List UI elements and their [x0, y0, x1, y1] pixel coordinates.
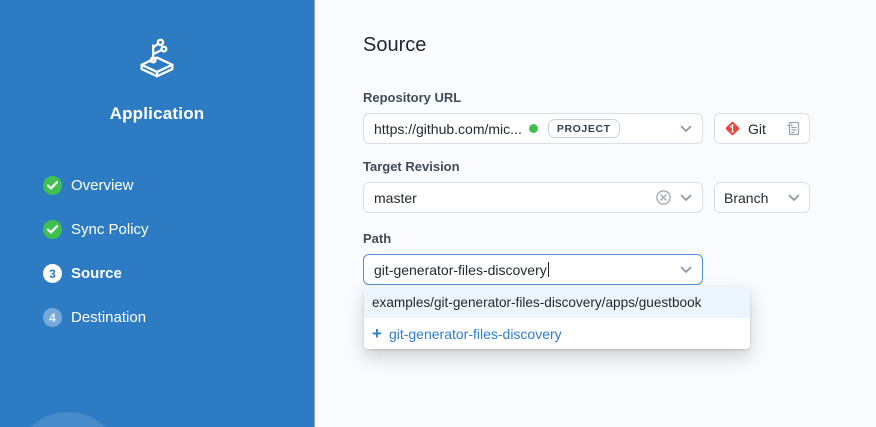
step-sync-policy[interactable]: Sync Policy	[43, 220, 314, 239]
repo-connected-dot	[529, 124, 538, 133]
application-wizard: Application Overview Sync Policy 3 Sourc…	[0, 0, 876, 427]
step-label: Overview	[71, 177, 134, 194]
chevron-down-icon[interactable]	[680, 194, 692, 202]
repository-url-field: Repository URL https://github.com/mic...…	[363, 90, 876, 144]
repository-url-value: https://github.com/mic...	[374, 121, 522, 137]
text-cursor	[548, 262, 549, 277]
chevron-down-icon	[788, 194, 800, 202]
step-complete-icon	[43, 176, 62, 195]
path-value: git-generator-files-discovery	[374, 262, 547, 278]
wizard-sidebar: Application Overview Sync Policy 3 Sourc…	[0, 0, 315, 427]
target-revision-value: master	[374, 190, 417, 206]
plus-icon: +	[372, 325, 382, 342]
wizard-steps: Overview Sync Policy 3 Source 4 Destinat…	[43, 176, 314, 327]
repository-url-input[interactable]: https://github.com/mic... PROJECT	[363, 113, 703, 144]
chevron-down-icon[interactable]	[680, 266, 692, 274]
repo-type-label: Git	[748, 121, 766, 137]
revision-type-select[interactable]: Branch	[714, 182, 810, 213]
page-title: Source	[363, 34, 876, 57]
repo-switcher-icon[interactable]	[786, 121, 800, 136]
step-number-badge: 4	[43, 308, 62, 327]
step-destination[interactable]: 4 Destination	[43, 308, 314, 327]
path-suggestions-dropdown: examples/git-generator-files-discovery/a…	[364, 287, 750, 349]
path-field: Path git-generator-files-discovery examp…	[363, 231, 876, 285]
step-label: Sync Policy	[71, 221, 149, 238]
target-revision-input[interactable]: master	[363, 182, 703, 213]
application-box-icon	[134, 36, 180, 82]
project-scope-badge: PROJECT	[548, 119, 620, 138]
step-label: Destination	[71, 309, 146, 326]
create-label: git-generator-files-discovery	[389, 326, 562, 342]
repo-type-button[interactable]: Git	[714, 113, 810, 144]
repository-url-label: Repository URL	[363, 90, 876, 105]
step-label: Source	[71, 265, 122, 282]
decorative-circle	[14, 412, 122, 427]
revision-type-label: Branch	[724, 190, 768, 206]
source-step-panel: Source Repository URL https://github.com…	[315, 0, 876, 427]
target-revision-field: Target Revision master Branch	[363, 159, 876, 213]
step-source[interactable]: 3 Source	[43, 264, 314, 283]
path-create-item[interactable]: + git-generator-files-discovery	[364, 318, 750, 349]
git-logo-icon	[724, 120, 741, 137]
chevron-down-icon[interactable]	[680, 125, 692, 133]
step-overview[interactable]: Overview	[43, 176, 314, 195]
path-input[interactable]: git-generator-files-discovery	[363, 254, 703, 285]
path-label: Path	[363, 231, 876, 246]
clear-input-icon[interactable]	[655, 189, 672, 206]
suggestion-label: examples/git-generator-files-discovery/a…	[372, 295, 701, 310]
path-suggestion-item[interactable]: examples/git-generator-files-discovery/a…	[364, 287, 750, 318]
target-revision-label: Target Revision	[363, 159, 876, 174]
step-number-badge: 3	[43, 264, 62, 283]
step-complete-icon	[43, 220, 62, 239]
wizard-title: Application	[0, 104, 314, 124]
